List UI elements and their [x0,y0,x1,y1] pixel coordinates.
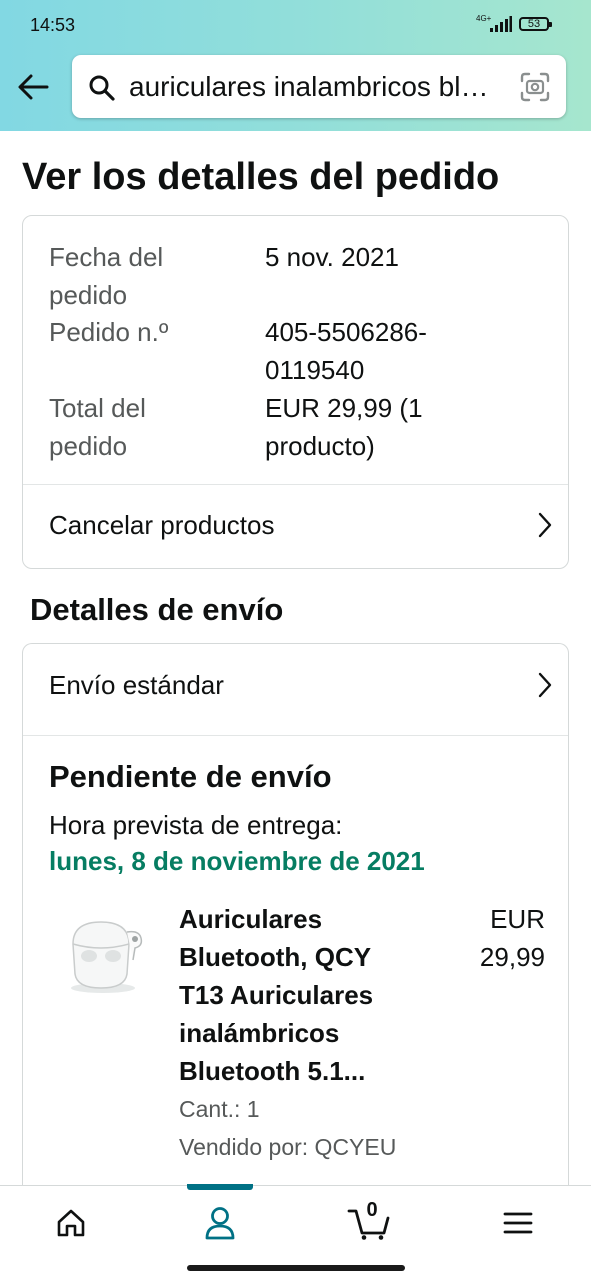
status-time: 14:53 [30,15,76,35]
order-number-value: 405-5506286-0119540 [265,317,427,385]
signal-icon [490,16,512,32]
order-summary-card: Fecha del pedido 5 nov. 2021 Pedido n.º … [22,215,569,569]
product-thumbnail[interactable] [61,904,149,1000]
shipping-method-row[interactable]: Envío estándar [23,644,568,728]
nav-account[interactable] [170,1186,270,1258]
app-header: 14:53 4G+ 53 auriculares inalambricos bl… [0,0,591,131]
search-bar[interactable]: auriculares inalambricos bluetooth [72,55,566,118]
search-icon [89,75,115,101]
product-quantity: Cant.: 1 [179,1096,260,1122]
divider [23,735,568,736]
nav-cart[interactable]: 0 [321,1186,421,1258]
bottom-nav: 0 [0,1184,591,1258]
order-total-value: EUR 29,99 (1 producto) [265,393,423,461]
product-price: EUR 29,99 [479,904,545,972]
back-arrow-icon[interactable] [16,70,50,104]
cancel-products-label: Cancelar productos [49,510,275,540]
product-name-link[interactable]: Auriculares Bluetooth, QCY T13 Auricular… [179,900,409,1090]
nav-home[interactable] [21,1186,121,1258]
shipping-card: Envío estándar Pendiente de envío Hora p… [22,643,569,1203]
chevron-right-icon [538,512,552,538]
shipment-status: Pendiente de envío [49,759,332,794]
chevron-right-icon [538,672,552,698]
status-bar: 14:53 4G+ 53 [0,0,591,52]
camera-scan-icon[interactable] [520,72,550,102]
account-icon [205,1207,235,1240]
product-seller: Vendido por: QCYEU [179,1134,397,1160]
order-date-value: 5 nov. 2021 [265,242,399,272]
delivery-eta-date: lunes, 8 de noviembre de 2021 [49,846,425,876]
home-icon [57,1209,85,1237]
order-total-label: Total del pedido [49,393,146,461]
cart-count-badge: 0 [366,1199,378,1221]
order-number-label: Pedido n.º [49,317,169,347]
page-title: Ver los detalles del pedido [22,156,500,198]
menu-icon [503,1212,533,1234]
delivery-eta-label: Hora prevista de entrega: [49,810,343,840]
cancel-products-row[interactable]: Cancelar productos [23,484,568,568]
battery-level: 53 [527,18,541,30]
home-indicator[interactable] [187,1265,405,1271]
nav-menu[interactable] [468,1186,568,1258]
search-input[interactable]: auriculares inalambricos bluetooth [129,71,501,103]
shipping-section-title: Detalles de envío [30,592,284,627]
order-date-label: Fecha del pedido [49,242,164,310]
shipping-method-label: Envío estándar [49,670,224,700]
battery-icon: 53 [519,17,552,31]
